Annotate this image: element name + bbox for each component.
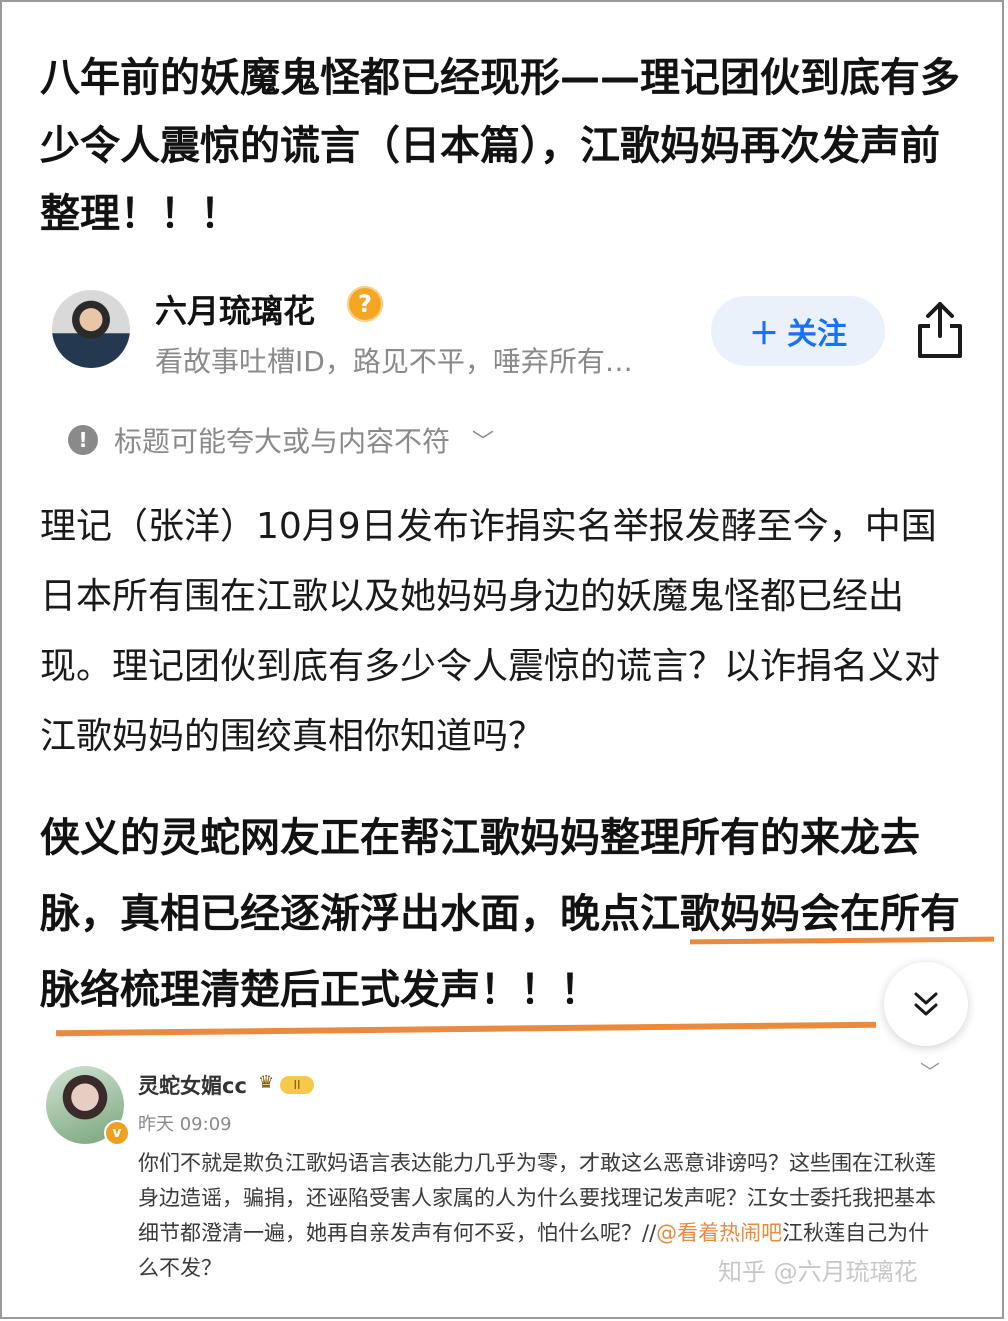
crown-icon: ♛: [258, 1072, 275, 1093]
double-chevron-down-icon: [914, 992, 938, 1016]
level-badge: II: [280, 1076, 314, 1094]
verified-badge-icon: v: [104, 1120, 130, 1146]
chevron-down-icon[interactable]: ﹀: [920, 1056, 940, 1085]
warning-icon: !: [68, 425, 98, 455]
notice-text: 标题可能夸大或与内容不符: [114, 425, 451, 458]
body-bold-paragraph: 侠义的灵蛇网友正在帮江歌妈妈整理所有的来龙去脉，真相已经逐渐浮出水面，晚点江歌妈…: [40, 815, 960, 1013]
watermark: 知乎 @六月琉璃花: [718, 1258, 918, 1286]
body-paragraph: 理记（张洋）10月9日发布诈捐实名举报发酵至今，中国日本所有围在江歌以及她妈妈身…: [40, 506, 941, 757]
question-badge-icon[interactable]: ?: [347, 286, 383, 322]
title-warning-notice[interactable]: ! 标题可能夸大或与内容不符 ﹀: [68, 420, 494, 460]
share-icon[interactable]: [914, 300, 966, 360]
follow-label: 关注: [787, 317, 847, 352]
article-title: 八年前的妖魔鬼怪都已经现形——理记团伙到底有多少令人震惊的谎言（日本篇），江歌妈…: [40, 55, 960, 237]
author-name[interactable]: 六月琉璃花: [155, 286, 315, 332]
author-avatar[interactable]: [52, 290, 130, 368]
comment-time: 昨天 09:09: [138, 1114, 232, 1135]
scroll-down-button[interactable]: [884, 962, 968, 1046]
comment-mention[interactable]: @看着热闹吧: [656, 1221, 782, 1245]
author-bio: 看故事吐槽ID，路见不平，唾弃所有…: [155, 345, 633, 378]
plus-icon: ＋: [749, 317, 779, 352]
follow-button[interactable]: ＋ 关注: [711, 296, 885, 366]
commenter-name[interactable]: 灵蛇女媚cc: [138, 1070, 247, 1100]
chevron-down-icon: ﹀: [472, 430, 495, 455]
